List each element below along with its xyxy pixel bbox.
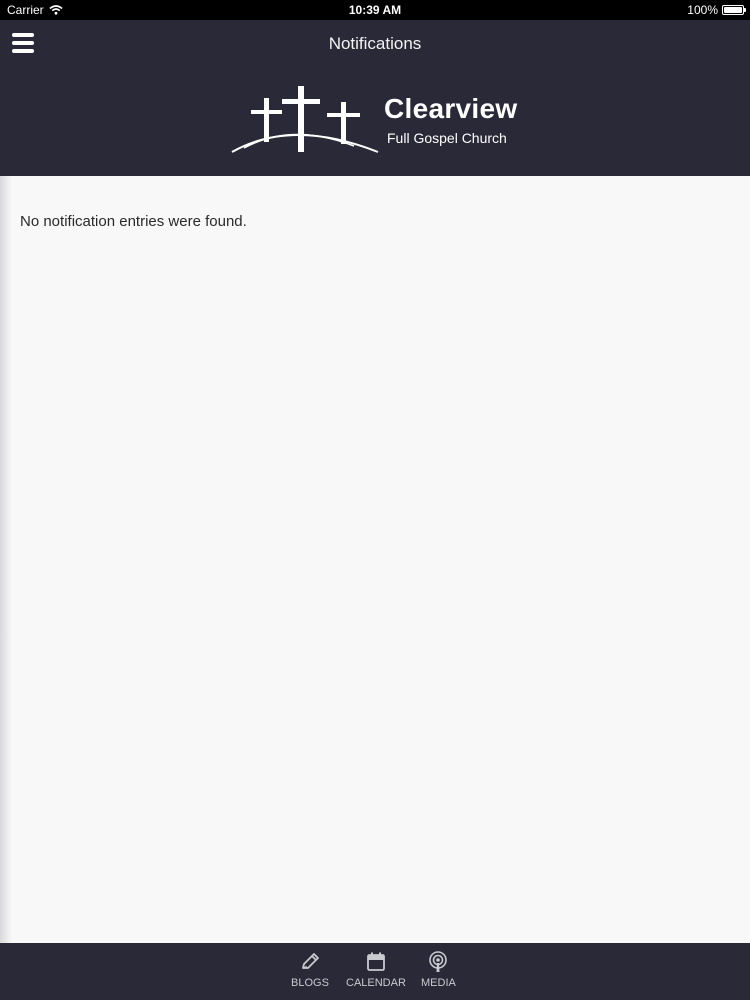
podcast-icon	[429, 951, 448, 972]
navigation-bar: Notifications	[0, 20, 750, 66]
brand-name: Clearview	[384, 93, 518, 124]
tab-media[interactable]: MEDIA	[421, 951, 456, 989]
page-title: Notifications	[328, 34, 422, 53]
tab-blogs[interactable]: BLOGS	[291, 951, 329, 989]
bottom-tab-bar: BLOGS CALENDAR MEDIA	[0, 943, 750, 1000]
pencil-icon	[302, 953, 319, 969]
battery-icon	[722, 5, 746, 15]
empty-state-message: No notification entries were found.	[20, 213, 247, 230]
calendar-icon	[367, 952, 385, 971]
brand-header: Clearview Full Gospel Church	[0, 66, 750, 176]
brand-subtitle: Full Gospel Church	[387, 130, 507, 146]
tab-calendar-label: CALENDAR	[346, 977, 406, 989]
battery-percent: 100%	[687, 3, 718, 17]
three-crosses-icon	[231, 86, 379, 153]
battery-status: 100%	[687, 3, 746, 17]
status-time: 10:39 AM	[348, 3, 402, 17]
tab-blogs-label: BLOGS	[291, 977, 329, 989]
app-screen: Carrier 10:39 AM 100% Notifications Clea…	[0, 0, 750, 1000]
tab-calendar[interactable]: CALENDAR	[346, 951, 406, 989]
notifications-content: No notification entries were found.	[0, 176, 750, 943]
status-bar: Carrier 10:39 AM 100%	[0, 0, 750, 20]
tab-media-label: MEDIA	[421, 977, 456, 989]
